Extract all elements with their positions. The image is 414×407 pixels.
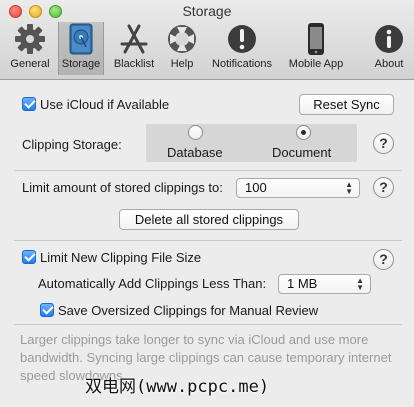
auto-add-size-value: 1 MB (287, 276, 318, 291)
delete-all-clippings-button[interactable]: Delete all stored clippings (119, 209, 299, 230)
toolbar-item-label: Blacklist (113, 58, 155, 70)
updown-arrows-icon: ▲ ▼ (356, 276, 364, 292)
document-radio-label: Document (272, 145, 332, 160)
toolbar-item-label: Storage (61, 58, 101, 70)
exclamation-icon (228, 25, 256, 53)
toolbar-item-blacklist[interactable]: Blacklist (108, 22, 160, 75)
auto-add-size-select[interactable]: 1 MB ▲ ▼ (278, 274, 371, 294)
use-icloud-label: Use iCloud if Available (40, 97, 170, 112)
save-oversized-label: Save Oversized Clippings for Manual Revi… (58, 303, 319, 318)
watermark: 双电网(www.pcpc.me) (85, 372, 269, 397)
gear-icon (15, 24, 45, 54)
database-radio-label: Database (167, 145, 223, 160)
toolbar-item-label: Mobile App (288, 58, 344, 70)
toolbar-item-general[interactable]: General (6, 22, 54, 75)
help-button[interactable]: ? (373, 249, 394, 270)
clipping-storage-group: Database Document (146, 124, 357, 162)
document-radio[interactable] (296, 125, 311, 140)
toolbar-item-help[interactable]: Help (164, 22, 200, 75)
toolbar-item-storage[interactable]: Storage (58, 22, 104, 75)
section-divider (14, 324, 402, 325)
toolbar-item-about[interactable]: About (370, 22, 408, 75)
limit-amount-value: 100 (245, 180, 267, 195)
auto-add-label: Automatically Add Clippings Less Than: (38, 276, 267, 291)
toolbar-item-label: Notifications (212, 58, 272, 70)
help-button[interactable]: ? (373, 133, 394, 154)
limit-amount-label: Limit amount of stored clippings to: (22, 180, 223, 195)
hard-drive-icon (69, 23, 93, 55)
watermark-glyphs: 双电网 (85, 377, 136, 397)
app-store-icon (120, 24, 148, 54)
toolbar-item-mobile-app[interactable]: Mobile App (284, 22, 348, 75)
updown-arrows-icon: ▲ ▼ (345, 180, 353, 196)
phone-icon (308, 23, 324, 55)
limit-file-size-checkbox[interactable] (22, 250, 36, 264)
info-icon (375, 25, 403, 53)
section-divider (14, 240, 402, 241)
database-radio[interactable] (188, 125, 203, 140)
titlebar: Storage General Storage Blacklist Help N… (0, 0, 414, 80)
window-title: Storage (182, 3, 232, 19)
limit-amount-select[interactable]: 100 ▲ ▼ (236, 178, 360, 198)
section-divider (14, 170, 402, 171)
lifebuoy-icon (168, 25, 196, 53)
toolbar-item-label: General (10, 58, 50, 70)
reset-sync-button[interactable]: Reset Sync (299, 94, 394, 115)
use-icloud-checkbox[interactable] (22, 97, 36, 111)
watermark-text: (www.pcpc.me) (136, 377, 270, 397)
clipping-storage-label: Clipping Storage: (22, 137, 122, 152)
help-button[interactable]: ? (373, 177, 394, 198)
toolbar-item-notifications[interactable]: Notifications (204, 22, 280, 75)
toolbar-item-label: About (374, 58, 404, 70)
preferences-window: Storage General Storage Blacklist Help N… (0, 0, 414, 407)
save-oversized-checkbox[interactable] (40, 303, 54, 317)
toolbar-item-label: Help (170, 58, 194, 70)
limit-file-size-label: Limit New Clipping File Size (40, 250, 202, 265)
